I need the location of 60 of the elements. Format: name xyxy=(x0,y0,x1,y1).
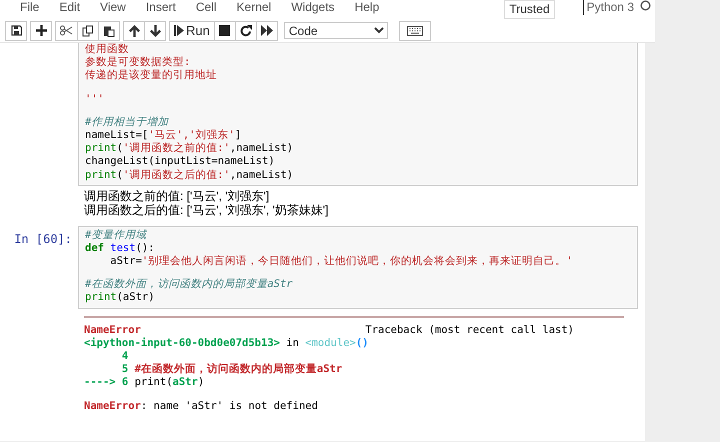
restart-button[interactable] xyxy=(234,20,257,40)
code-line: aStr='别理会他人闲言闲语，今日随他们，让他们说吧，你的机会将会到来，再来证明自己。' xyxy=(109,255,574,268)
menu-item[interactable]: Widgets xyxy=(281,0,345,14)
copy-button[interactable] xyxy=(77,20,99,40)
move-up-button[interactable] xyxy=(123,20,145,40)
output-line: 调用函数之后的值: ['马云', '刘强东', '奶茶妹妹'] xyxy=(84,202,330,217)
menu-item[interactable]: View xyxy=(90,0,136,14)
scissors-icon xyxy=(60,25,73,36)
code-cell[interactable]: #变量作用域 def test(): aStr='别理会他人闲言闲语，今日随他们，让他们说吧，你的机会将会到来，再来证明自己。' #在函数外面，访问函数内的局部变量aStr print(aStr) xyxy=(78,226,638,309)
code-line: print('调用函数之前的值:',nameList) xyxy=(85,142,294,156)
menu-item[interactable]: Help xyxy=(344,0,390,14)
kernel-name: Python 3 xyxy=(586,0,634,15)
save-button[interactable] xyxy=(5,20,27,40)
fast-forward-icon xyxy=(260,25,273,36)
interrupt-button[interactable] xyxy=(214,20,236,40)
plus-icon xyxy=(36,25,46,36)
code-line: def test(): xyxy=(85,242,156,256)
insert-cell-button[interactable] xyxy=(30,20,52,40)
move-down-button[interactable] xyxy=(144,20,166,40)
traceback-label: Traceback (most recent call last) xyxy=(365,324,574,337)
code-line: #作用相当于增加 xyxy=(85,116,170,129)
code-line: 使用函数 xyxy=(85,43,129,56)
step-forward-icon xyxy=(174,25,184,36)
arrow-down-icon xyxy=(150,24,160,36)
input-prompt: In [60]: xyxy=(13,230,73,248)
paste-button[interactable] xyxy=(98,20,120,40)
code-line: changeList(inputList=nameList) xyxy=(85,155,276,168)
code-line: <ipython-input-60-0bd0e07d5b13> in <module>() xyxy=(84,336,370,350)
menu-item[interactable]: Edit xyxy=(49,0,90,14)
trusted-indicator[interactable]: Trusted xyxy=(504,0,555,19)
error-name: NameError xyxy=(84,324,141,337)
menu-item[interactable]: Insert xyxy=(136,0,186,14)
arrow-up-icon xyxy=(128,24,140,36)
command-palette-button[interactable] xyxy=(398,20,431,40)
code-line: print('调用函数之后的值:',nameList) xyxy=(85,168,294,182)
menu-item[interactable]: File xyxy=(10,0,50,14)
code-line: 5 #在函数外面，访问函数内的局部变量aStr xyxy=(120,363,344,376)
code-line: ''' xyxy=(85,92,105,106)
output-line: 调用函数之前的值: ['马云', '刘强东'] xyxy=(84,188,270,203)
keyboard-icon xyxy=(406,26,423,36)
code-cell[interactable]: 使用函数 参数是可变数据类型: 传递的是该变量的引用地址 ''' #作用相当于增加 nameList=['马云','刘强东'] print('调用函数之前的值:',nameList) changeList(inputList=nameList) print('调用函数之后的值:',nameList) xyxy=(78,43,638,186)
code-line: #在函数外面，访问函数内的局部变量aStr xyxy=(85,278,294,292)
clipboard-icon xyxy=(103,24,115,36)
code-line: print(aStr) xyxy=(85,291,156,305)
copy-icon xyxy=(82,24,94,36)
code-line: nameList=['马云','刘强东'] xyxy=(85,128,242,142)
code-line: 参数是可变数据类型: xyxy=(85,56,192,69)
menu-item[interactable]: Cell xyxy=(186,0,227,14)
code-line: #变量作用域 xyxy=(85,228,148,242)
code-line: NameError: name 'aStr' is not defined xyxy=(84,400,319,413)
run-button[interactable]: Run xyxy=(169,20,215,40)
code-line: 传递的是该变量的引用地址 xyxy=(85,69,218,83)
cell-type-dropdown[interactable]: Code xyxy=(284,22,388,39)
restart-run-all-button[interactable] xyxy=(256,20,278,40)
code-line: 4 xyxy=(120,350,130,364)
menu-item[interactable]: Kernel xyxy=(226,0,282,14)
cut-button[interactable] xyxy=(55,20,78,40)
stop-icon xyxy=(219,25,230,36)
circular-arrow-icon xyxy=(240,24,252,36)
code-line: ----> 6 print(aStr) xyxy=(84,376,206,390)
